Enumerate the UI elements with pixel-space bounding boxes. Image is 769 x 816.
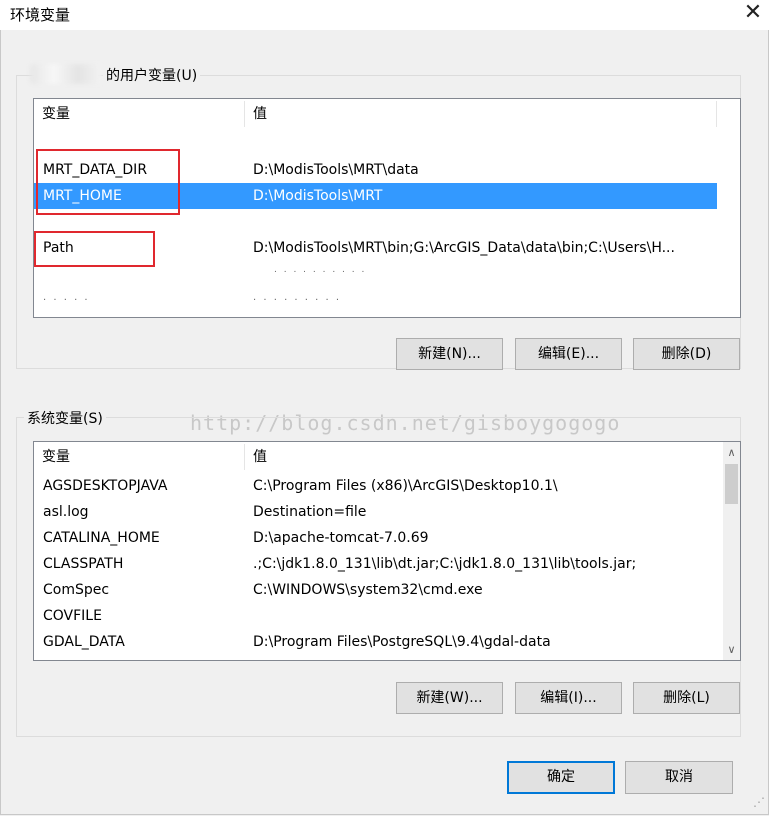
title-bar: [0, 0, 769, 30]
user-delete-button[interactable]: 删除(D): [633, 338, 740, 370]
col-header-name[interactable]: 变量: [34, 99, 242, 129]
sys-var-row[interactable]: ComSpec C:\WINDOWS\system32\cmd.exe: [34, 577, 720, 603]
sys-new-button[interactable]: 新建(W)...: [396, 682, 503, 714]
sys-var-value: D:\apache-tomcat-7.0.69: [253, 530, 429, 546]
sys-var-row[interactable]: asl.log Destination=file: [34, 499, 720, 525]
user-new-button[interactable]: 新建(N)...: [396, 338, 503, 370]
sys-delete-button[interactable]: 删除(L): [633, 682, 740, 714]
sys-vars-list[interactable]: 变量 值 AGSDESKTOPJAVA C:\Program Files (x8…: [33, 441, 741, 661]
sys-var-name: CLASSPATH: [43, 556, 124, 572]
scroll-down-icon[interactable]: ∨: [723, 641, 740, 658]
col-header-value[interactable]: 值: [245, 99, 713, 129]
close-icon[interactable]: ✕: [737, 0, 769, 28]
sys-edit-button[interactable]: 编辑(I)...: [515, 682, 622, 714]
sys-vars-scrollbar[interactable]: ∧ ∨: [723, 442, 740, 660]
annotation-box-path: [34, 231, 155, 267]
sys-var-row[interactable]: CLASSPATH .;C:\jdk1.8.0_131\lib\dt.jar;C…: [34, 551, 720, 577]
user-var-value-obscured: . . . . . . . . . .: [274, 265, 367, 275]
user-vars-group-label: 的用户变量(U): [103, 65, 201, 85]
sys-vars-group-label: 系统变量(S): [24, 408, 106, 428]
sys-var-value: [253, 603, 713, 629]
sys-var-name: AGSDESKTOPJAVA: [43, 478, 168, 494]
sys-vars-header: 变量 值: [34, 442, 740, 472]
sys-var-name: GDAL_DATA: [43, 634, 125, 650]
sys-var-name: CATALINA_HOME: [43, 530, 160, 546]
sys-var-value: C:\Program Files (x86)\ArcGIS\Desktop10.…: [253, 478, 558, 494]
sys-var-row[interactable]: AGSDESKTOPJAVA C:\Program Files (x86)\Ar…: [34, 473, 720, 499]
ok-button[interactable]: 确定: [507, 761, 615, 794]
sys-var-name: ComSpec: [43, 582, 110, 598]
sys-var-name: COVFILE: [43, 608, 102, 624]
cancel-button[interactable]: 取消: [625, 761, 733, 794]
user-var-name-obscured: . . . . .: [43, 292, 90, 303]
sys-var-row[interactable]: GDAL_DATA D:\Program Files\PostgreSQL\9.…: [34, 629, 720, 655]
sys-var-row[interactable]: CATALINA_HOME D:\apache-tomcat-7.0.69: [34, 525, 720, 551]
scroll-up-icon[interactable]: ∧: [723, 444, 740, 461]
user-var-value-obscured: . . . . . . . . .: [253, 292, 342, 303]
user-edit-button[interactable]: 编辑(E)...: [515, 338, 622, 370]
redacted-username: [30, 64, 102, 84]
resize-grip-icon[interactable]: ⋰: [745, 792, 765, 812]
sys-var-row[interactable]: COVFILE: [34, 603, 720, 629]
sys-var-value: .;C:\jdk1.8.0_131\lib\dt.jar;C:\jdk1.8.0…: [253, 556, 637, 572]
sys-var-value: Destination=file: [253, 504, 367, 520]
window-title: 环境变量: [10, 6, 71, 24]
col-separator[interactable]: [716, 101, 717, 127]
sys-var-name: asl.log: [43, 504, 89, 520]
col-header-value[interactable]: 值: [245, 442, 713, 472]
user-var-row-obscured[interactable]: . . . . . . . . . . . . . .: [34, 285, 717, 311]
user-var-value: D:\ModisTools\MRT: [253, 188, 383, 204]
scroll-thumb[interactable]: [725, 464, 738, 504]
col-header-name[interactable]: 变量: [34, 442, 242, 472]
user-vars-header: 变量 值: [34, 99, 740, 129]
user-var-value: D:\ModisTools\MRT\data: [253, 162, 419, 178]
sys-var-value: D:\Program Files\PostgreSQL\9.4\gdal-dat…: [253, 634, 551, 650]
sys-var-value: C:\WINDOWS\system32\cmd.exe: [253, 582, 483, 598]
annotation-box-mrt: [36, 149, 180, 215]
